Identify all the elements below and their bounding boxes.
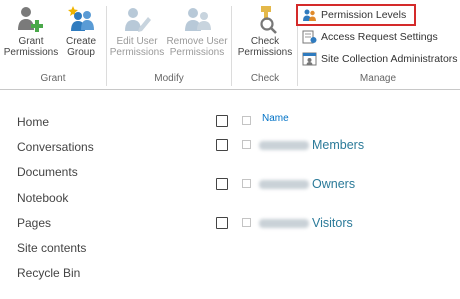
ribbon-divider: [0, 89, 460, 90]
create-group-button[interactable]: Create Group: [60, 4, 102, 58]
site-name-redacted: [259, 218, 309, 228]
site-collection-administrators-label: Site Collection Administrators: [321, 53, 458, 65]
remove-user-permissions-button[interactable]: Remove User Permissions: [166, 4, 228, 58]
group-label-check: Check: [250, 73, 280, 84]
nav-item-documents[interactable]: Documents: [17, 165, 78, 179]
name-column-header[interactable]: Name: [262, 113, 289, 124]
row-item-checkbox-visitors[interactable]: [242, 218, 251, 227]
row-item-checkbox-members[interactable]: [242, 140, 251, 149]
check-permissions-icon: [249, 4, 281, 34]
nav-item-site-contents[interactable]: Site contents: [17, 241, 86, 255]
grant-permissions-icon: [15, 4, 47, 34]
edit-user-permissions-icon: [121, 4, 153, 34]
nav-item-notebook[interactable]: Notebook: [17, 191, 68, 205]
permission-levels-button[interactable]: Permission Levels: [302, 7, 406, 23]
check-permissions-button[interactable]: Check Permissions: [236, 4, 294, 58]
site-name-redacted: [259, 140, 309, 150]
nav-item-recycle-bin[interactable]: Recycle Bin: [17, 266, 80, 280]
access-request-settings-button[interactable]: Access Request Settings: [302, 29, 438, 45]
row-item-checkbox-owners[interactable]: [242, 179, 251, 188]
permission-levels-icon: [302, 8, 317, 22]
remove-user-permissions-icon: [181, 4, 213, 34]
group-separator: [231, 6, 232, 86]
row-checkbox-owners[interactable]: [216, 178, 228, 190]
group-label-grant: Grant: [40, 73, 66, 84]
access-request-settings-icon: [302, 30, 317, 44]
nav-item-conversations[interactable]: Conversations: [17, 140, 94, 154]
group-label-manage: Manage: [359, 73, 397, 84]
access-request-settings-label: Access Request Settings: [321, 31, 438, 43]
group-name: Members: [312, 138, 365, 152]
check-permissions-label: Check Permissions: [237, 36, 293, 58]
group-separator: [106, 6, 107, 86]
group-label-modify: Modify: [154, 73, 184, 84]
site-name-redacted: [259, 179, 309, 189]
edit-user-permissions-button[interactable]: Edit User Permissions: [110, 4, 164, 58]
nav-item-home[interactable]: Home: [17, 115, 49, 129]
group-name: Owners: [312, 177, 356, 191]
select-all-checkbox[interactable]: [216, 115, 228, 127]
ribbon: Grant Permissions Create Group Grant Edit …: [0, 0, 460, 90]
grant-permissions-button[interactable]: Grant Permissions: [4, 4, 58, 58]
site-collection-administrators-icon: [302, 52, 317, 66]
nav-item-pages[interactable]: Pages: [17, 216, 51, 230]
grant-permissions-label: Grant Permissions: [3, 36, 59, 58]
row-checkbox-members[interactable]: [216, 139, 228, 151]
permission-levels-label: Permission Levels: [321, 9, 407, 21]
header-item-checkbox[interactable]: [242, 116, 251, 125]
group-link-owners[interactable]: Owners: [259, 176, 355, 192]
site-collection-administrators-button[interactable]: Site Collection Administrators: [302, 51, 458, 67]
create-group-label: Create Group: [65, 36, 96, 58]
group-link-members[interactable]: Members: [259, 137, 364, 153]
edit-user-permissions-label: Edit User Permissions: [109, 36, 165, 58]
group-name: Visitors: [312, 216, 353, 230]
create-group-icon: [65, 4, 97, 34]
remove-user-permissions-label: Remove User Permissions: [166, 36, 228, 58]
row-checkbox-visitors[interactable]: [216, 217, 228, 229]
group-link-visitors[interactable]: Visitors: [259, 215, 353, 231]
